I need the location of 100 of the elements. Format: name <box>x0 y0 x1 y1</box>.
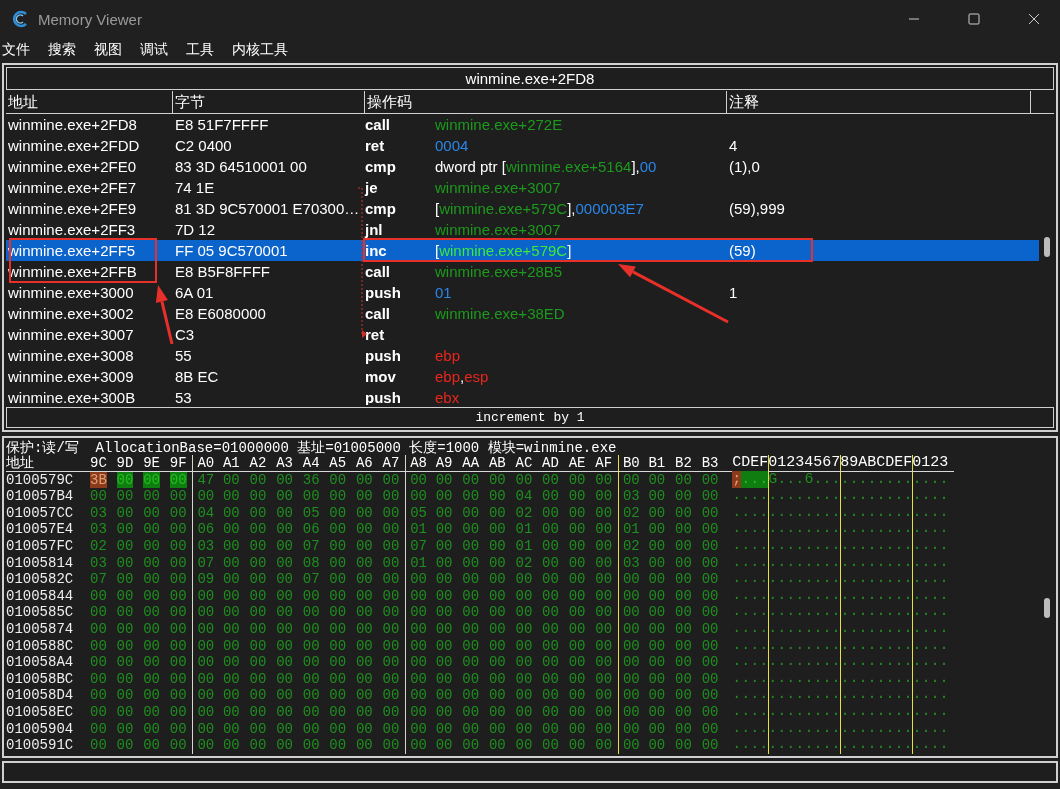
byte-cell[interactable]: 00 <box>169 604 187 621</box>
byte-cell[interactable]: 00 <box>116 720 134 737</box>
byte-cell[interactable]: 00 <box>276 537 293 554</box>
byte-cell[interactable]: 00 <box>488 654 506 671</box>
byte-cell[interactable]: 00 <box>355 504 373 521</box>
byte-cell[interactable]: 00 <box>462 537 480 554</box>
byte-cell[interactable]: 00 <box>568 537 586 554</box>
byte-cell[interactable]: 00 <box>276 654 293 671</box>
byte-cell[interactable]: 00 <box>435 620 453 637</box>
byte-cell[interactable]: 00 <box>222 504 240 521</box>
byte-cell[interactable]: 00 <box>382 687 400 704</box>
byte-cell[interactable]: 00 <box>410 670 427 687</box>
byte-cell[interactable]: 00 <box>329 571 347 588</box>
byte-cell[interactable]: 00 <box>143 620 160 637</box>
byte-cell[interactable]: 00 <box>90 587 107 604</box>
byte-cell[interactable]: 00 <box>222 521 240 538</box>
byte-cell[interactable]: 00 <box>648 670 666 687</box>
byte-cell[interactable]: 00 <box>143 703 160 720</box>
byte-cell[interactable]: 00 <box>568 604 586 621</box>
byte-cell[interactable]: 02 <box>622 537 640 554</box>
byte-cell[interactable]: 00 <box>435 670 453 687</box>
byte-cell[interactable]: 00 <box>595 504 613 521</box>
byte-cell[interactable]: 00 <box>222 687 240 704</box>
byte-cell[interactable]: 00 <box>197 654 215 671</box>
byte-cell[interactable]: 00 <box>488 504 506 521</box>
byte-cell[interactable]: 00 <box>302 488 320 505</box>
byte-cell[interactable]: 00 <box>329 703 347 720</box>
byte-cell[interactable]: 00 <box>595 587 613 604</box>
byte-cell[interactable]: 00 <box>675 521 692 538</box>
byte-cell[interactable]: 00 <box>515 471 533 488</box>
byte-cell[interactable]: 00 <box>542 737 559 754</box>
byte-cell[interactable]: 00 <box>462 504 480 521</box>
byte-cell[interactable]: 00 <box>410 703 427 720</box>
byte-cell[interactable]: 07 <box>302 571 320 588</box>
byte-cell[interactable]: 00 <box>143 587 160 604</box>
byte-cell[interactable]: 00 <box>435 471 453 488</box>
byte-cell[interactable]: 00 <box>595 670 613 687</box>
byte-cell[interactable]: 00 <box>462 703 480 720</box>
byte-cell[interactable]: 00 <box>355 471 373 488</box>
byte-cell[interactable]: 00 <box>116 554 134 571</box>
byte-cell[interactable]: 00 <box>197 703 215 720</box>
byte-cell[interactable]: 00 <box>143 654 160 671</box>
byte-cell[interactable]: 00 <box>355 604 373 621</box>
byte-cell[interactable]: 00 <box>410 737 427 754</box>
byte-cell[interactable]: 00 <box>355 687 373 704</box>
byte-cell[interactable]: 00 <box>542 587 559 604</box>
byte-cell[interactable]: 00 <box>488 703 506 720</box>
byte-cell[interactable]: 07 <box>410 537 427 554</box>
byte-cell[interactable]: 00 <box>169 687 187 704</box>
byte-cell[interactable]: 00 <box>276 670 293 687</box>
byte-cell[interactable]: 00 <box>355 703 373 720</box>
byte-cell[interactable]: 00 <box>355 537 373 554</box>
byte-cell[interactable]: 00 <box>382 521 400 538</box>
byte-cell[interactable]: 00 <box>116 670 134 687</box>
byte-cell[interactable]: 00 <box>488 604 506 621</box>
byte-cell[interactable]: 00 <box>276 504 293 521</box>
byte-cell[interactable]: 00 <box>568 571 586 588</box>
byte-cell[interactable]: 00 <box>515 620 533 637</box>
byte-cell[interactable]: 00 <box>435 488 453 505</box>
byte-cell[interactable]: 00 <box>382 488 400 505</box>
byte-cell[interactable]: 00 <box>355 571 373 588</box>
byte-cell[interactable]: 00 <box>276 554 293 571</box>
byte-cell[interactable]: 00 <box>302 620 320 637</box>
byte-cell[interactable]: 00 <box>410 604 427 621</box>
byte-cell[interactable]: 00 <box>169 654 187 671</box>
byte-cell[interactable]: 00 <box>382 604 400 621</box>
byte-cell[interactable]: 00 <box>675 703 692 720</box>
byte-cell[interactable]: 07 <box>197 554 215 571</box>
byte-cell[interactable]: 00 <box>197 620 215 637</box>
byte-cell[interactable]: 00 <box>568 488 586 505</box>
byte-cell[interactable]: 00 <box>302 687 320 704</box>
byte-cell[interactable]: 00 <box>382 504 400 521</box>
byte-cell[interactable]: 00 <box>462 521 480 538</box>
byte-cell[interactable]: 00 <box>675 637 692 654</box>
disassembly-row[interactable]: winmine.exe+2FE0 83 3D 64510001 00 cmp dword ptr [winmine.exe+5164],00 (1),0 <box>6 156 1039 177</box>
byte-cell[interactable]: 00 <box>488 554 506 571</box>
byte-cell[interactable]: 00 <box>542 537 559 554</box>
byte-cell[interactable]: 00 <box>595 571 613 588</box>
byte-cell[interactable]: 00 <box>595 488 613 505</box>
byte-cell[interactable]: 00 <box>116 571 134 588</box>
byte-cell[interactable]: 02 <box>90 537 107 554</box>
byte-cell[interactable]: 00 <box>116 521 134 538</box>
byte-cell[interactable]: 00 <box>382 571 400 588</box>
byte-cell[interactable]: 00 <box>90 620 107 637</box>
byte-cell[interactable]: 00 <box>143 637 160 654</box>
byte-cell[interactable]: 00 <box>410 471 427 488</box>
byte-cell[interactable]: 00 <box>568 670 586 687</box>
byte-cell[interactable]: 00 <box>169 637 187 654</box>
disassembly-row[interactable]: winmine.exe+2FF3 7D 12 jnl winmine.exe+3007 <box>6 219 1039 240</box>
byte-cell[interactable]: 00 <box>329 620 347 637</box>
byte-cell[interactable]: 00 <box>222 654 240 671</box>
byte-cell[interactable]: 00 <box>410 720 427 737</box>
byte-cell[interactable]: 00 <box>515 720 533 737</box>
byte-cell[interactable]: 00 <box>222 737 240 754</box>
byte-cell[interactable]: 00 <box>488 587 506 604</box>
byte-cell[interactable]: 00 <box>276 703 293 720</box>
byte-cell[interactable]: 00 <box>143 521 160 538</box>
byte-cell[interactable]: 03 <box>622 488 640 505</box>
byte-cell[interactable]: 00 <box>435 737 453 754</box>
byte-cell[interactable]: 05 <box>302 504 320 521</box>
